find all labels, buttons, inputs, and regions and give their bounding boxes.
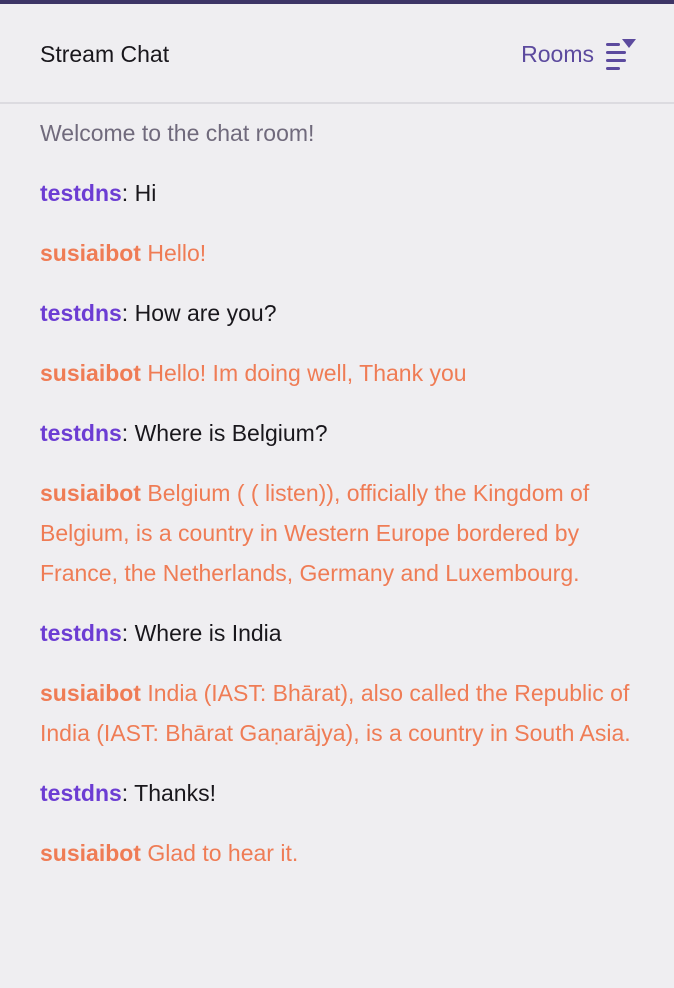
message-sender: testdns	[40, 180, 122, 206]
chat-message: testdns: How are you?	[40, 293, 640, 333]
message-sender: susiaibot	[40, 680, 141, 706]
chat-message: testdns: Where is India	[40, 613, 640, 653]
chat-message: testdns: Thanks!	[40, 773, 640, 813]
chat-message: testdns: Where is Belgium?	[40, 413, 640, 453]
chat-message: susiaibot Belgium ( ( listen)), official…	[40, 473, 640, 593]
message-text: Where is India	[128, 620, 282, 646]
message-text: Glad to hear it.	[140, 840, 299, 866]
message-text: How are you?	[128, 300, 277, 326]
chat-message: susiaibot Hello! Im doing well, Thank yo…	[40, 353, 640, 393]
app-title: Stream Chat	[40, 41, 170, 67]
message-text: Hello!	[140, 240, 207, 266]
message-text: Where is Belgium?	[128, 420, 328, 446]
rooms-label: Rooms	[521, 41, 594, 67]
chat-header: Stream Chat Rooms	[0, 4, 674, 104]
message-text: Hello! Im doing well, Thank you	[140, 360, 467, 386]
message-sender: testdns	[40, 620, 122, 646]
chat-message: testdns: Hi	[40, 173, 640, 213]
rooms-menu-icon	[606, 39, 636, 70]
message-text: Hi	[128, 180, 157, 206]
chat-message: susiaibot India (IAST: Bhārat), also cal…	[40, 673, 640, 753]
message-sender: testdns	[40, 780, 122, 806]
message-sender: susiaibot	[40, 240, 141, 266]
chat-message: susiaibot Glad to hear it.	[40, 833, 640, 873]
rooms-button[interactable]: Rooms	[521, 35, 638, 73]
welcome-message: Welcome to the chat room!	[40, 120, 315, 146]
message-sender: testdns	[40, 420, 122, 446]
message-sender: susiaibot	[40, 480, 141, 506]
message-sender: testdns	[40, 300, 122, 326]
message-text: Thanks!	[128, 780, 216, 806]
chat-message: susiaibot Hello!	[40, 233, 640, 273]
chat-message-list: Welcome to the chat room! testdns: Hi su…	[40, 104, 640, 893]
message-sender: susiaibot	[40, 360, 141, 386]
message-sender: susiaibot	[40, 840, 141, 866]
